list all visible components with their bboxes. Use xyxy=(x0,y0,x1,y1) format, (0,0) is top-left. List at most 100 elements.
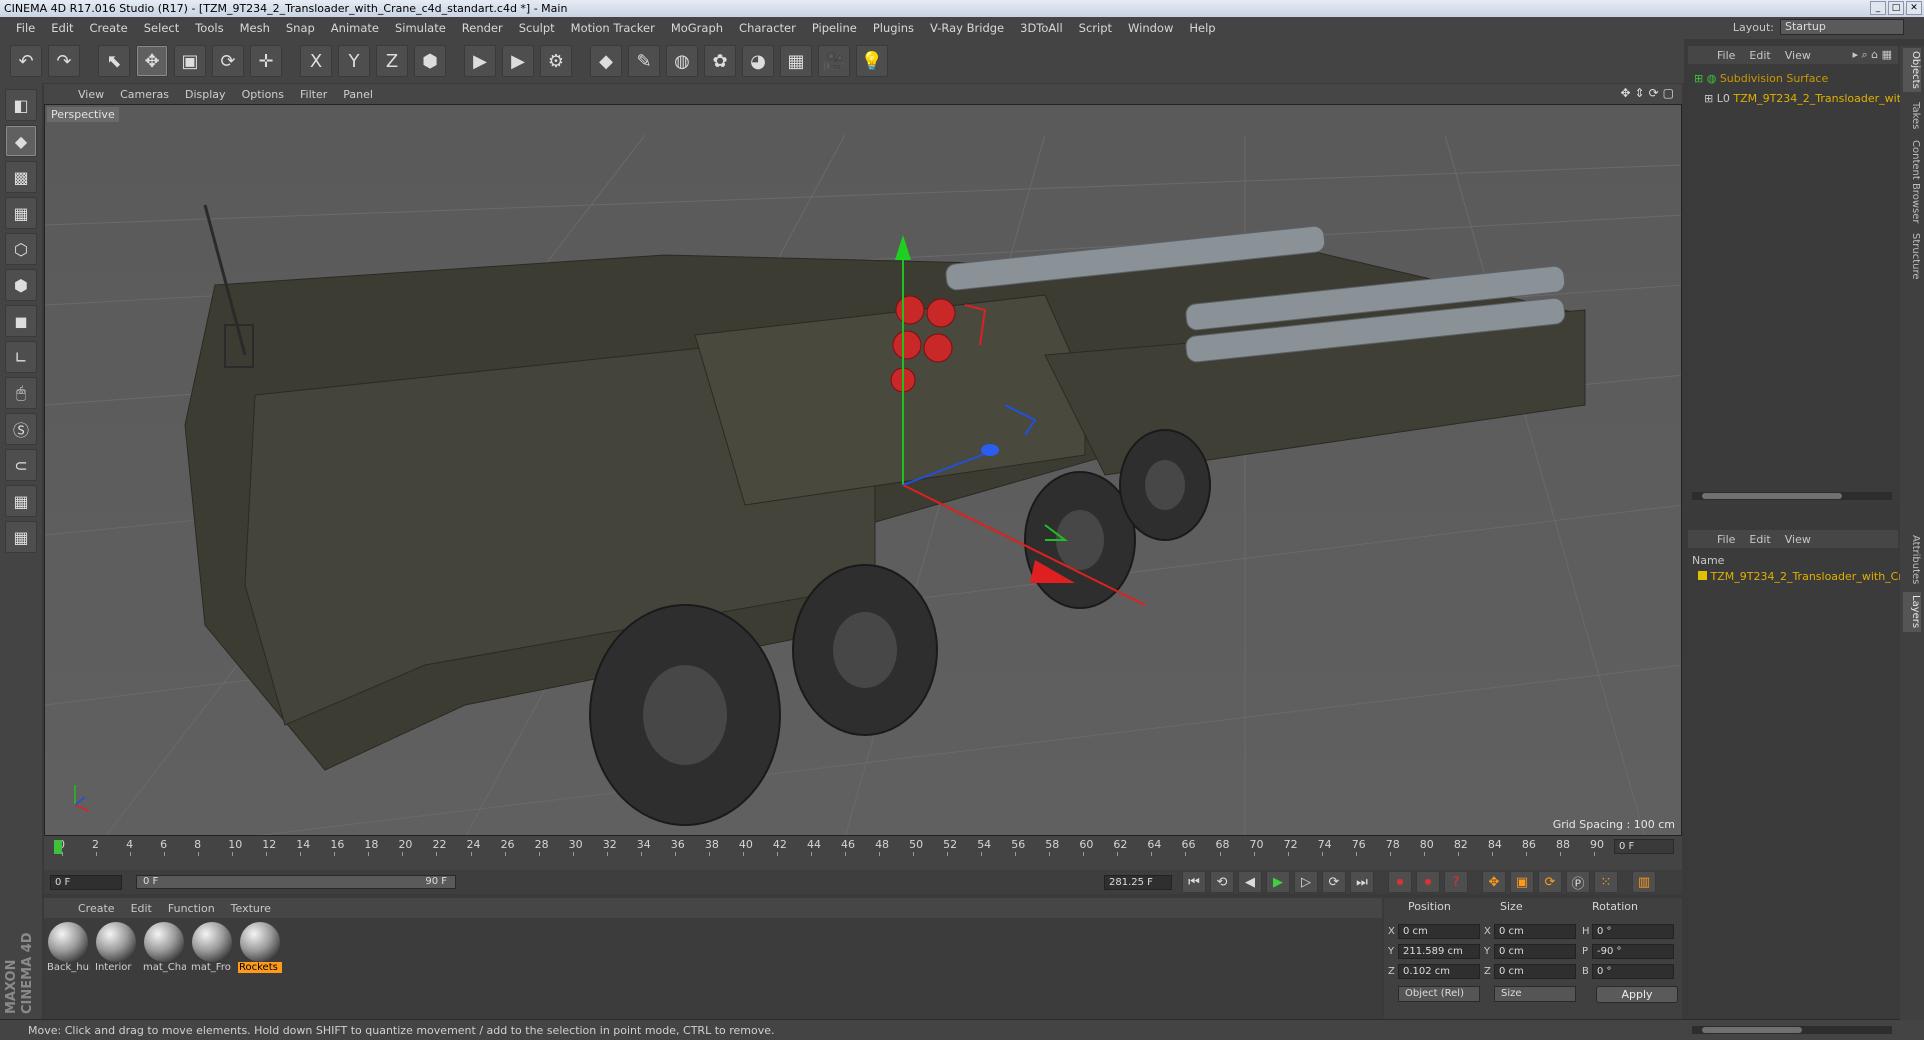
menu-mograph[interactable]: MoGraph xyxy=(663,21,731,35)
rotation-b-field[interactable]: 0 ° xyxy=(1592,964,1674,979)
viewport-camera-label[interactable]: Perspective xyxy=(47,107,119,122)
floor-icon[interactable]: ▦ xyxy=(780,45,812,77)
go-to-end-icon[interactable]: ⏭ xyxy=(1350,871,1374,893)
record-rotation-icon[interactable]: ⟳ xyxy=(1538,871,1562,893)
y-axis-icon[interactable]: Y xyxy=(338,45,370,77)
go-to-start-icon[interactable]: ⏮ xyxy=(1182,871,1206,893)
layer-manager-scrollbar[interactable] xyxy=(1692,1026,1892,1034)
autokeying-icon[interactable]: ⏺ xyxy=(1416,871,1440,893)
viewport-menu-options[interactable]: Options xyxy=(234,88,292,101)
record-position-icon[interactable]: ✥ xyxy=(1482,871,1506,893)
preview-range-slider[interactable]: 0 F 90 F xyxy=(136,875,456,889)
menu-animate[interactable]: Animate xyxy=(323,21,387,35)
viewport-menu-panel[interactable]: Panel xyxy=(335,88,381,101)
viewport-menu-cameras[interactable]: Cameras xyxy=(112,88,177,101)
object-manager-scrollbar[interactable] xyxy=(1692,492,1892,500)
go-to-prev-key-icon[interactable]: ⟲ xyxy=(1210,871,1234,893)
record-scale-icon[interactable]: ▣ xyxy=(1510,871,1534,893)
go-to-prev-frame-icon[interactable]: ◀ xyxy=(1238,871,1262,893)
light-icon[interactable]: 💡 xyxy=(856,45,888,77)
menu-character[interactable]: Character xyxy=(731,21,804,35)
min-frame-field[interactable]: 0 F xyxy=(50,875,122,890)
menu-snap[interactable]: Snap xyxy=(278,21,323,35)
current-frame-field[interactable]: 0 F xyxy=(1614,839,1674,854)
tab-attributes[interactable]: Attributes xyxy=(1903,532,1921,588)
menu-create[interactable]: Create xyxy=(82,21,136,35)
layout-dropdown[interactable]: Startup xyxy=(1780,19,1904,35)
menu-tools[interactable]: Tools xyxy=(187,21,231,35)
record-parameter-icon[interactable]: Ⓟ xyxy=(1566,871,1590,893)
object-row[interactable]: ⊞ L0 TZM_9T234_2_Transloader_with_C xyxy=(1704,92,1921,105)
planar-workplane-icon[interactable]: ▦ xyxy=(5,521,37,553)
x-axis-icon[interactable]: X xyxy=(300,45,332,77)
material-menu-edit[interactable]: Edit xyxy=(123,902,160,915)
polygons-mode-icon[interactable]: ◼ xyxy=(5,305,37,337)
rotation-h-field[interactable]: 0 ° xyxy=(1592,924,1674,939)
timeline-ruler[interactable]: 0246810121416182022242628303234363840424… xyxy=(54,838,1604,856)
layer-menu-edit[interactable]: Edit xyxy=(1742,533,1777,546)
workplane-mode-icon[interactable]: ▦ xyxy=(5,197,37,229)
material-menu-texture[interactable]: Texture xyxy=(223,902,279,915)
layer-row[interactable]: TZM_9T234_2_Transloader_with_Cr xyxy=(1698,570,1903,583)
timeline-playhead[interactable] xyxy=(54,840,62,854)
viewport-menu-display[interactable]: Display xyxy=(177,88,234,101)
pen-icon[interactable]: ✎ xyxy=(628,45,660,77)
layer-menu-file[interactable]: File xyxy=(1710,533,1742,546)
menu-script[interactable]: Script xyxy=(1071,21,1120,35)
object-menu-view[interactable]: View xyxy=(1778,49,1818,62)
render-picture-viewer-icon[interactable]: ▶ xyxy=(502,45,534,77)
viewport-rotate-icon[interactable]: ⟳ xyxy=(1649,86,1659,100)
menu-3dtoall[interactable]: 3DToAll xyxy=(1012,21,1071,35)
gizmo-z-handle[interactable] xyxy=(981,444,999,456)
material-menu-create[interactable]: Create xyxy=(70,902,123,915)
menu-simulate[interactable]: Simulate xyxy=(387,21,454,35)
record-point-level-icon[interactable]: ⁙ xyxy=(1594,871,1618,893)
render-view-icon[interactable]: ▶ xyxy=(464,45,496,77)
tab-content-browser[interactable]: Content Browser xyxy=(1903,140,1921,224)
menu-plugins[interactable]: Plugins xyxy=(865,21,922,35)
undo-icon[interactable]: ↶ xyxy=(10,45,42,77)
tab-takes[interactable]: Takes xyxy=(1903,96,1921,136)
edges-mode-icon[interactable]: ⬢ xyxy=(5,269,37,301)
viewport-move-icon[interactable]: ✥ xyxy=(1620,86,1630,100)
object-menu-file[interactable]: File xyxy=(1710,49,1742,62)
texture-mode-icon[interactable]: ▩ xyxy=(5,161,37,193)
z-axis-icon[interactable]: Z xyxy=(376,45,408,77)
maximize-button[interactable]: □ xyxy=(1888,1,1904,15)
viewport-menu-view[interactable]: View xyxy=(70,88,112,101)
scale-icon[interactable]: ▣ xyxy=(174,45,206,77)
material-item-selected[interactable]: Rockets xyxy=(238,922,282,982)
object-menu-edit[interactable]: Edit xyxy=(1742,49,1777,62)
layer-menu-view[interactable]: View xyxy=(1778,533,1818,546)
timeline[interactable]: 0246810121416182022242628303234363840424… xyxy=(44,836,1682,870)
rotation-p-field[interactable]: -90 ° xyxy=(1592,944,1674,959)
menu-render[interactable]: Render xyxy=(454,21,511,35)
material-item[interactable]: Back_hul xyxy=(46,922,90,982)
go-to-next-key-icon[interactable]: ⟳ xyxy=(1322,871,1346,893)
live-select-icon[interactable]: ⬉ xyxy=(98,45,130,77)
tab-layers[interactable]: Layers xyxy=(1903,592,1921,632)
viewport-menu-filter[interactable]: Filter xyxy=(292,88,335,101)
lock-workplane-icon[interactable]: ▦ xyxy=(5,485,37,517)
minimize-button[interactable]: _ xyxy=(1870,1,1886,15)
rotate-icon[interactable]: ⟳ xyxy=(212,45,244,77)
make-editable-icon[interactable]: ◧ xyxy=(5,89,37,121)
menu-motion-tracker[interactable]: Motion Tracker xyxy=(563,21,663,35)
size-x-field[interactable]: 0 cm xyxy=(1494,924,1576,939)
model-mode-icon[interactable]: ◆ xyxy=(5,125,37,157)
size-mode-dropdown[interactable]: Size xyxy=(1494,986,1576,1002)
solo-icon[interactable]: Ⓢ xyxy=(5,413,37,445)
size-y-field[interactable]: 0 cm xyxy=(1494,944,1576,959)
object-manager-nav-icons[interactable]: ▸ ⌕ ⌂ ▦ xyxy=(1852,48,1898,62)
cube-icon[interactable]: ◆ xyxy=(590,45,622,77)
material-menu-function[interactable]: Function xyxy=(160,902,223,915)
viewport-toggle-icon[interactable]: ▢ xyxy=(1663,86,1674,100)
play-forward-icon[interactable]: ▶ xyxy=(1266,871,1290,893)
subdivision-surface-icon[interactable]: ◍ xyxy=(666,45,698,77)
menu-help[interactable]: Help xyxy=(1181,21,1223,35)
viewport-zoom-icon[interactable]: ⇕ xyxy=(1635,86,1645,100)
keyframe-selection-icon[interactable]: ? xyxy=(1444,871,1468,893)
coordinate-mode-dropdown[interactable]: Object (Rel) xyxy=(1398,986,1480,1002)
edit-render-settings-icon[interactable]: ⚙ xyxy=(540,45,572,77)
menu-vray-bridge[interactable]: V-Ray Bridge xyxy=(922,21,1012,35)
